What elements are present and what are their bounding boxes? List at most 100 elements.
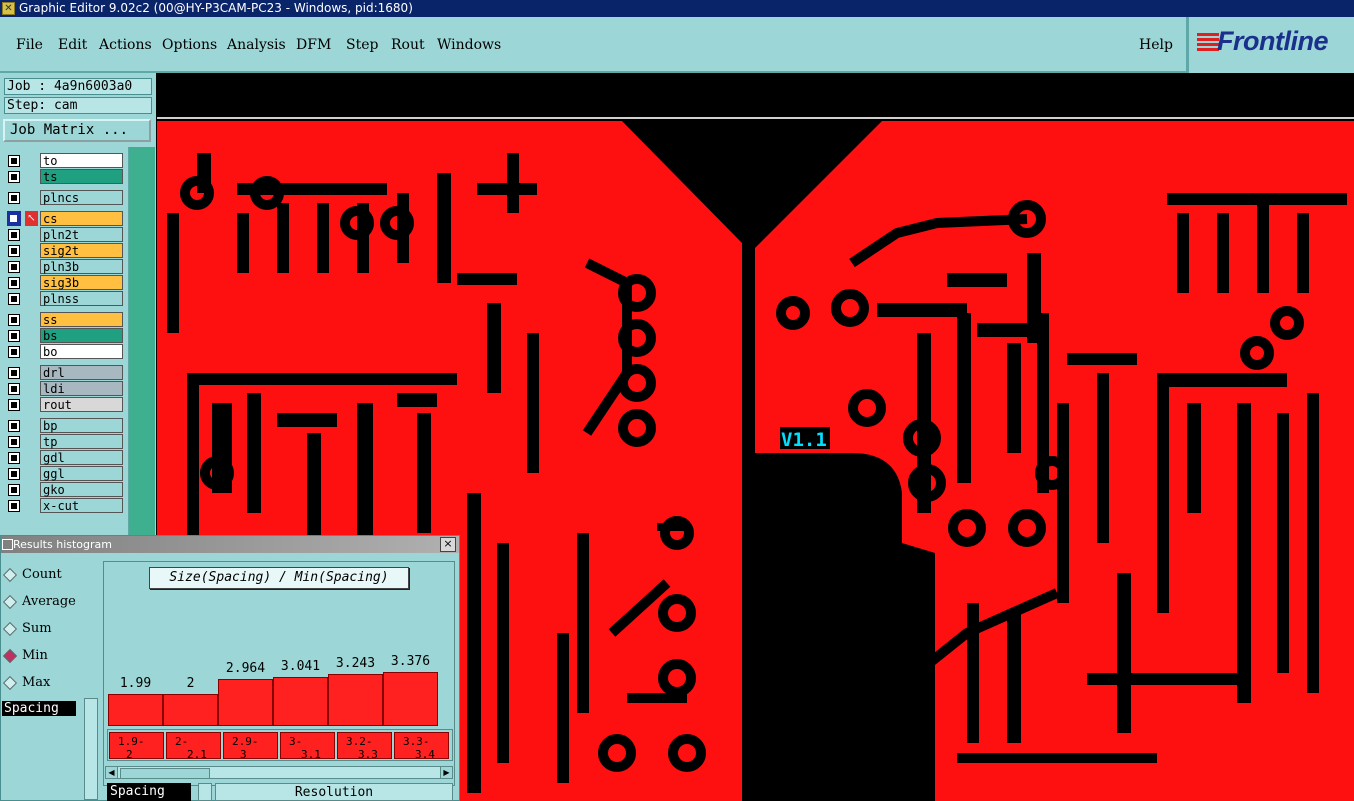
menu-help[interactable]: Help — [1139, 37, 1173, 53]
layer-checkbox[interactable] — [8, 452, 20, 464]
layer-name[interactable]: ggl — [40, 466, 123, 481]
layer-name[interactable]: ss — [40, 312, 123, 327]
chart-horizontal-scrollbar[interactable]: ◀ ▶ — [105, 766, 453, 779]
close-icon[interactable]: × — [440, 537, 456, 552]
menu-rout[interactable]: Rout — [391, 37, 425, 53]
layer-checkbox[interactable] — [8, 192, 20, 204]
menu-windows[interactable]: Windows — [437, 37, 501, 53]
layer-row-x-cut[interactable]: x-cut — [3, 498, 127, 514]
layer-name[interactable]: bo — [40, 344, 123, 359]
histogram-bar[interactable] — [383, 672, 438, 726]
layer-checkbox[interactable] — [8, 468, 20, 480]
layer-checkbox[interactable] — [8, 245, 20, 257]
layer-checkbox[interactable] — [8, 171, 20, 183]
layer-checkbox[interactable] — [8, 484, 20, 496]
layer-checkbox[interactable] — [8, 367, 20, 379]
menu-step[interactable]: Step — [346, 37, 378, 53]
layer-name[interactable]: rout — [40, 397, 123, 412]
layer-checkbox[interactable] — [8, 155, 20, 167]
layer-checkbox[interactable] — [8, 293, 20, 305]
layer-name[interactable]: to — [40, 153, 123, 168]
layer-name[interactable]: gdl — [40, 450, 123, 465]
menu-dfm[interactable]: DFM — [296, 37, 331, 53]
bottom-field-selection[interactable]: Spacing — [107, 783, 191, 801]
layer-name[interactable]: sig3b — [40, 275, 123, 290]
layer-row-drl[interactable]: drl — [3, 365, 127, 381]
histogram-bar[interactable] — [273, 677, 328, 726]
layer-checkbox[interactable] — [8, 500, 20, 512]
layer-checkbox[interactable] — [8, 383, 20, 395]
layer-name[interactable]: pln3b — [40, 259, 123, 274]
layer-row-gko[interactable]: gko — [3, 482, 127, 498]
histogram-bar[interactable] — [163, 694, 218, 726]
bar-value-label: 2.964 — [225, 661, 266, 676]
layer-checkbox[interactable] — [8, 229, 20, 241]
layer-name[interactable]: gko — [40, 482, 123, 497]
scroll-left-icon[interactable]: ◀ — [106, 767, 118, 778]
layer-row-pln3b[interactable]: pln3b — [3, 259, 127, 275]
layer-row-bo[interactable]: bo — [3, 344, 127, 360]
layer-name[interactable]: drl — [40, 365, 123, 380]
layer-checkbox[interactable] — [8, 277, 20, 289]
layer-checkbox[interactable] — [8, 420, 20, 432]
resolution-field[interactable]: Resolution — [215, 783, 453, 801]
layer-checkbox[interactable] — [8, 314, 20, 326]
layer-row-bs[interactable]: bs — [3, 328, 127, 344]
histogram-title-bar[interactable]: Results histogram × — [1, 536, 459, 553]
histogram-bar[interactable] — [328, 674, 383, 726]
job-matrix-button[interactable]: Job Matrix ... — [3, 119, 151, 142]
histogram-bar[interactable] — [218, 679, 273, 726]
layer-name[interactable]: bp — [40, 418, 123, 433]
menu-options[interactable]: Options — [162, 37, 217, 53]
layer-row-rout[interactable]: rout — [3, 397, 127, 413]
job-label: Job : 4a9n6003a0 — [4, 78, 152, 95]
stat-option-label: Count — [22, 567, 62, 582]
layer-row-to[interactable]: to — [3, 153, 127, 169]
step-label: Step: cam — [4, 97, 152, 114]
menu-file[interactable]: File — [16, 37, 43, 53]
menu-analysis[interactable]: Analysis — [227, 37, 286, 53]
layer-name[interactable]: tp — [40, 434, 123, 449]
layer-checkbox[interactable] — [8, 346, 20, 358]
layer-row-plncs[interactable]: plncs — [3, 190, 127, 206]
layer-checkbox[interactable] — [8, 436, 20, 448]
menu-actions[interactable]: Actions — [99, 37, 152, 53]
layer-name[interactable]: pln2t — [40, 227, 123, 242]
layer-name[interactable]: cs — [40, 211, 123, 226]
histogram-bar[interactable] — [108, 694, 163, 726]
layer-list-scrollbar[interactable] — [128, 147, 155, 536]
layer-name[interactable]: ldi — [40, 381, 123, 396]
layer-row-ss[interactable]: ss — [3, 312, 127, 328]
layer-row-cs[interactable]: ↖ cs — [3, 211, 127, 227]
layer-row-ts[interactable]: ts — [3, 169, 127, 185]
layer-row-ldi[interactable]: ldi — [3, 381, 127, 397]
scroll-right-icon[interactable]: ▶ — [440, 767, 452, 778]
layer-row-pln2t[interactable]: pln2t — [3, 227, 127, 243]
layer-row-bp[interactable]: bp — [3, 418, 127, 434]
layer-name[interactable]: bs — [40, 328, 123, 343]
layer-checkbox[interactable] — [8, 399, 20, 411]
logo-text: Frontline — [1217, 26, 1329, 56]
layer-name[interactable]: x-cut — [40, 498, 123, 513]
bottom-scroll-up-icon[interactable] — [198, 783, 212, 801]
radio-diamond-icon — [2, 621, 18, 637]
bin-label: 3.3- 3.4 — [394, 732, 449, 761]
layer-row-tp[interactable]: tp — [3, 434, 127, 450]
layer-row-sig2t[interactable]: sig2t — [3, 243, 127, 259]
layer-name[interactable]: plncs — [40, 190, 123, 205]
layer-row-ggl[interactable]: ggl — [3, 466, 127, 482]
layer-row-gdl[interactable]: gdl — [3, 450, 127, 466]
layer-name[interactable]: plnss — [40, 291, 123, 306]
layer-row-plnss[interactable]: plnss — [3, 291, 127, 307]
menu-edit[interactable]: Edit — [58, 37, 87, 53]
layer-name[interactable]: sig2t — [40, 243, 123, 258]
layer-name[interactable]: ts — [40, 169, 123, 184]
field-list-scrollbar[interactable] — [84, 698, 98, 800]
layer-checkbox[interactable] — [8, 330, 20, 342]
active-layer-icon[interactable] — [7, 211, 21, 226]
layer-row-sig3b[interactable]: sig3b — [3, 275, 127, 291]
stat-field-selection[interactable]: Spacing — [2, 701, 76, 716]
scroll-thumb[interactable] — [120, 768, 210, 779]
layer-checkbox[interactable] — [8, 261, 20, 273]
window-menu-icon[interactable] — [2, 539, 13, 550]
